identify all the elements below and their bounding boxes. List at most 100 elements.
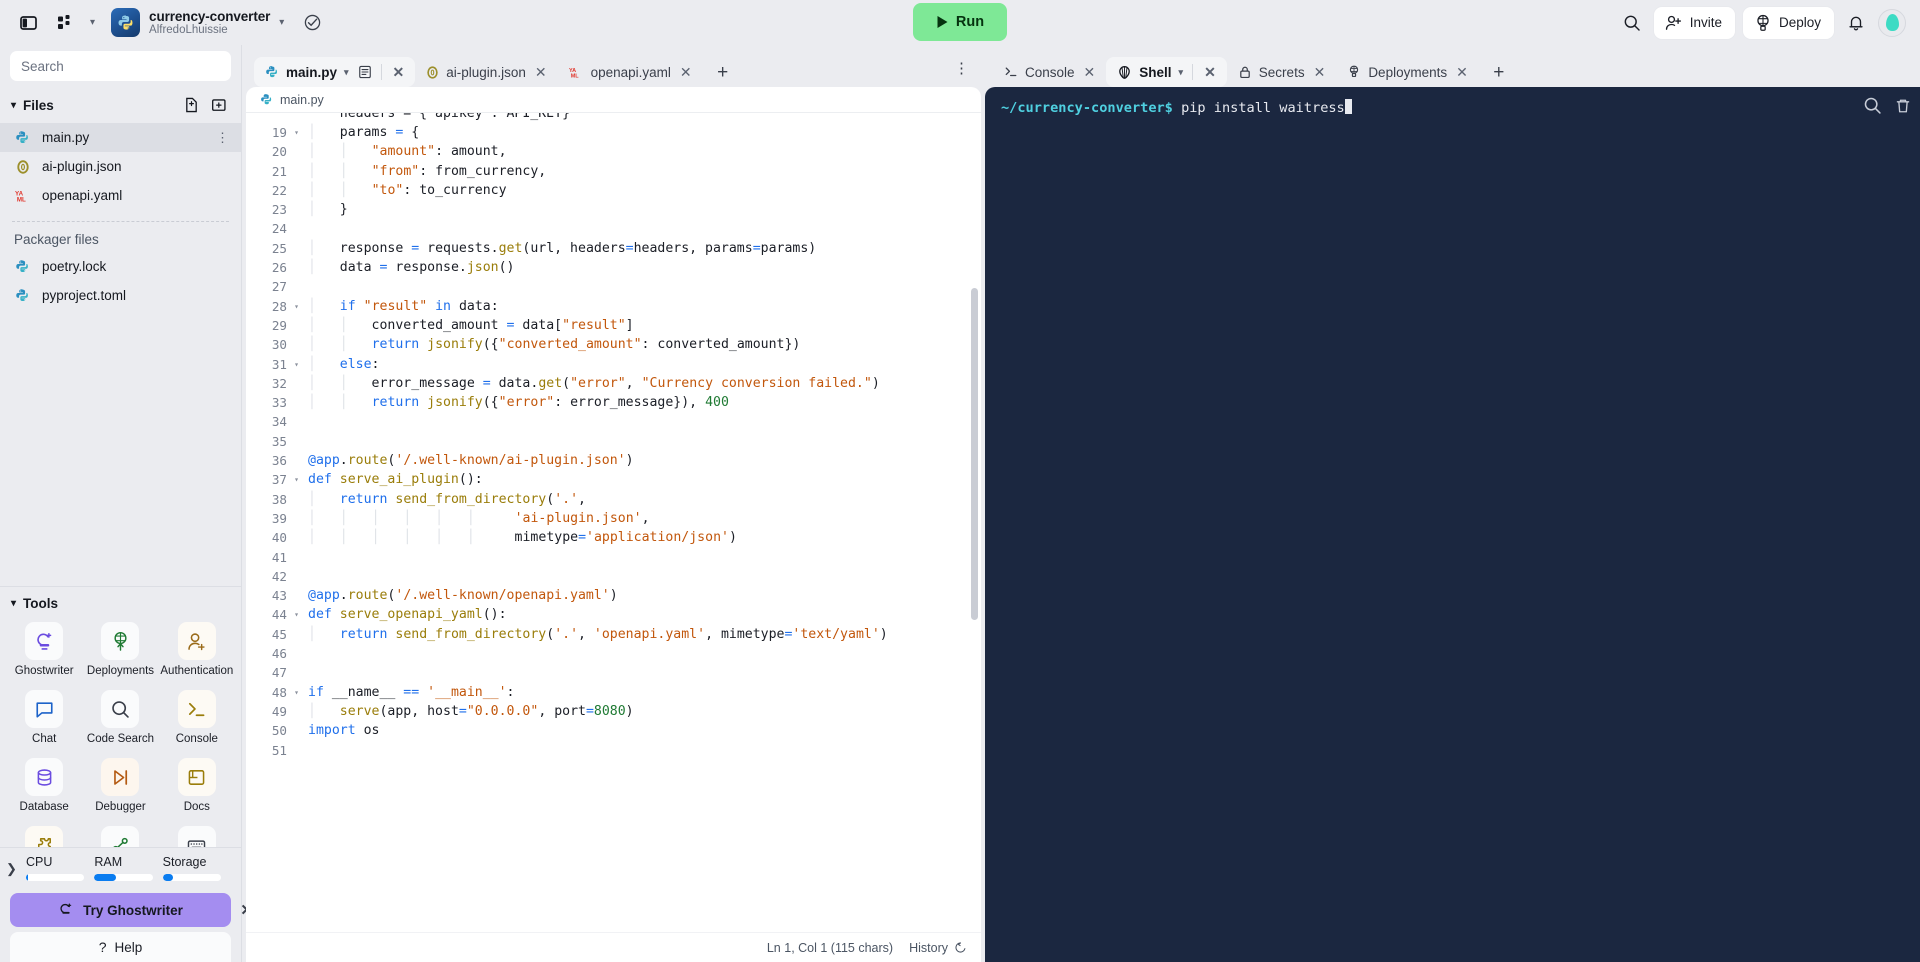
code-line[interactable]: 36 @app.route('/.well-known/ai-plugin.jso… [246,451,981,470]
tool-debugger[interactable]: Debugger [82,753,158,819]
code-line[interactable]: 42 [246,567,981,586]
code-line[interactable]: 31 ▾ │ else: [246,355,981,374]
code-line[interactable]: 26 │ data = response.json() [246,258,981,277]
sidebar-search[interactable] [10,51,231,81]
shell-clear-button[interactable] [1894,97,1912,120]
code-line[interactable]: 30 │ │ return jsonify({"converted_amount"… [246,335,981,354]
new-panel-tab-button[interactable]: + [1485,59,1513,87]
code-line[interactable]: 20 │ │ "amount": amount, [246,142,981,161]
apps-menu-button[interactable] [52,9,80,37]
code-scroll-region[interactable]: headers = {'apikey': API_KEY} 19 ▾ │ param… [246,113,981,932]
search-input[interactable] [21,58,220,74]
code-line[interactable]: 25 │ response = requests.get(url, headers… [246,239,981,258]
tool-authentication[interactable]: Authentication [159,617,235,683]
code-line[interactable]: 46 [246,644,981,663]
fold-chevron-icon[interactable]: ▾ [290,297,303,316]
expand-metrics-button[interactable]: ❯ [6,855,26,877]
tool-git[interactable] [82,821,158,847]
code-line[interactable]: 28 ▾ │ if "result" in data: [246,297,981,316]
file-item-main-py[interactable]: main.py ⋮ [0,123,241,152]
file-options-button[interactable]: ⋮ [216,131,229,144]
editor-options-button[interactable]: ⋮ [954,61,969,76]
close-icon[interactable]: ✕ [391,64,407,81]
close-icon[interactable]: ✕ [1454,64,1470,81]
code-line[interactable]: 44 ▾ def serve_openapi_yaml(): [246,605,981,624]
tools-section-header[interactable]: ▾ Tools [0,587,241,615]
close-icon[interactable]: ✕ [533,64,549,81]
try-ghostwriter-button[interactable]: Try Ghostwriter ✕ [10,893,253,927]
fold-chevron-icon[interactable]: ▾ [290,683,303,702]
code-line[interactable]: 29 │ │ converted_amount = data["result"] [246,316,981,335]
close-icon[interactable]: ✕ [1312,64,1328,81]
new-file-button[interactable] [179,93,203,117]
editor-tab-ai-plugin-json[interactable]: ai-plugin.json ✕ [415,57,557,87]
tool-keyboard[interactable] [159,821,235,847]
code-line[interactable]: 23 │ } [246,200,981,219]
notifications-button[interactable] [1842,9,1870,37]
shell-search-button[interactable] [1863,96,1882,120]
panel-tab-console[interactable]: Console ✕ [993,57,1106,87]
chevron-down-icon[interactable]: ▾ [90,17,95,28]
close-icon[interactable]: ✕ [678,64,694,81]
metric-storage[interactable]: Storage [162,855,231,881]
code-line[interactable]: 39 │ │ │ │ │ │ 'ai-plugin.json', [246,509,981,528]
project-selector[interactable]: currency-converter AlfredoLhuissie ▾ [111,8,284,37]
history-button[interactable]: History [909,941,967,955]
tool-code-search[interactable]: Code Search [82,685,158,751]
preview-pane-icon[interactable] [358,65,372,79]
editor-vertical-scrollbar[interactable] [971,288,978,620]
code-line[interactable]: 45 │ return send_from_directory('.', 'ope… [246,625,981,644]
editor-tab-main-py[interactable]: main.py ▾ ✕ [254,57,416,87]
code-line[interactable]: 21 │ │ "from": from_currency, [246,162,981,181]
code-line[interactable]: 27 [246,277,981,296]
chevron-down-icon[interactable]: ▾ [344,67,349,78]
fold-chevron-icon[interactable]: ▾ [290,123,303,142]
fold-chevron-icon[interactable]: ▾ [290,355,303,374]
close-icon[interactable]: ✕ [1082,64,1098,81]
code-line[interactable]: 35 [246,432,981,451]
sidebar-toggle-button[interactable] [14,9,42,37]
panel-tab-shell[interactable]: Shell ▾ ✕ [1106,57,1227,87]
editor-tab-openapi-yaml[interactable]: YA ML openapi.yaml ✕ [558,57,703,87]
invite-button[interactable]: Invite [1653,6,1735,39]
panel-tab-deployments[interactable]: Deployments ✕ [1336,57,1479,87]
code-line[interactable]: 33 │ │ return jsonify({"error": error_mes… [246,393,981,412]
project-chevron-down-icon[interactable]: ▾ [279,17,284,28]
code-line[interactable]: 51 [246,741,981,760]
tool-extension[interactable] [6,821,82,847]
tool-docs[interactable]: Docs [159,753,235,819]
code-line[interactable]: 47 [246,663,981,682]
code-editor[interactable]: headers = {'apikey': API_KEY} 19 ▾ │ param… [246,113,981,932]
close-icon[interactable]: ✕ [1202,64,1218,81]
global-search-button[interactable] [1618,9,1646,37]
project-status-button[interactable] [298,9,326,37]
shell-terminal[interactable]: ~/currency-converter$ pip install waitre… [985,87,1920,962]
new-tab-button[interactable]: + [709,59,737,87]
new-folder-button[interactable] [207,93,231,117]
tool-console[interactable]: Console [159,685,235,751]
code-line[interactable]: 43 @app.route('/.well-known/openapi.yaml'… [246,586,981,605]
code-line[interactable]: 32 │ │ error_message = data.get("error", … [246,374,981,393]
file-item-ai-plugin-json[interactable]: ai-plugin.json [0,152,241,181]
tool-database[interactable]: Database [6,753,82,819]
user-avatar[interactable] [1878,8,1906,37]
code-line[interactable]: 19 ▾ │ params = { [246,123,981,142]
file-item-poetry-lock[interactable]: poetry.lock [0,252,241,281]
code-line[interactable]: 48 ▾ if __name__ == '__main__': [246,683,981,702]
help-button[interactable]: ? Help [10,932,231,962]
fold-chevron-icon[interactable]: ▾ [290,605,303,624]
file-item-openapi-yaml[interactable]: YA ML openapi.yaml [0,181,241,210]
code-line[interactable]: 24 [246,219,981,238]
fold-chevron-icon[interactable]: ▾ [290,470,303,489]
code-line[interactable]: 38 │ return send_from_directory('.', [246,490,981,509]
tool-ghostwriter[interactable]: Ghostwriter [6,617,82,683]
chevron-down-icon[interactable]: ▾ [1179,67,1184,78]
code-line[interactable]: 34 [246,412,981,431]
panel-tab-secrets[interactable]: Secrets ✕ [1227,57,1337,87]
code-line[interactable]: 50 import os [246,721,981,740]
metric-ram[interactable]: RAM [94,855,162,881]
files-section-header[interactable]: ▾ Files [0,89,241,123]
run-button[interactable]: Run [913,3,1007,41]
metric-cpu[interactable]: CPU [26,855,94,881]
code-line[interactable]: 40 │ │ │ │ │ │ mimetype='application/json… [246,528,981,547]
